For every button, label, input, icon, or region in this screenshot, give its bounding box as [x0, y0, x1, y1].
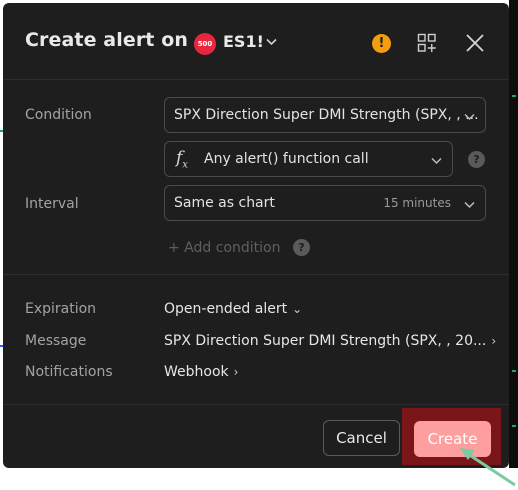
close-icon[interactable] — [464, 32, 486, 54]
chevron-right-icon: › — [233, 365, 239, 379]
message-value: SPX Direction Super DMI Strength (SPX, ,… — [164, 333, 487, 349]
symbol-selector[interactable]: ES1! — [223, 32, 264, 51]
chart-background — [509, 0, 518, 468]
condition-trigger-value: Any alert() function call — [204, 151, 369, 167]
notifications-value: Webhook — [164, 364, 229, 380]
dialog-title: Create alert on — [25, 29, 188, 51]
chevron-down-icon — [463, 105, 476, 127]
interval-select[interactable]: Same as chart 15 minutes — [164, 185, 486, 221]
condition-indicator-select[interactable]: SPX Direction Super DMI Strength (SPX, ,… — [164, 97, 486, 133]
condition-indicator-value: SPX Direction Super DMI Strength (SPX, ,… — [174, 107, 479, 123]
dialog-header: Create alert on 500 ES1! ! — [3, 3, 509, 79]
chevron-down-icon — [430, 149, 443, 171]
notifications-label: Notifications — [25, 364, 113, 380]
warning-icon[interactable]: ! — [372, 34, 391, 53]
chevron-down-icon — [463, 193, 476, 215]
chevron-right-icon: › — [491, 334, 497, 348]
symbol-logo-icon[interactable]: 500 — [194, 33, 216, 55]
pointer-arrow-icon — [460, 448, 516, 487]
message-editor-link[interactable]: SPX Direction Super DMI Strength (SPX, ,… — [164, 333, 496, 349]
condition-label: Condition — [25, 107, 92, 123]
help-icon[interactable]: ? — [468, 151, 485, 168]
grid-plus-icon[interactable] — [417, 33, 437, 53]
interval-label: Interval — [25, 196, 79, 212]
add-condition-button[interactable]: + Add condition — [168, 240, 280, 256]
chevron-down-icon[interactable] — [265, 35, 278, 52]
cancel-button[interactable]: Cancel — [323, 420, 400, 456]
create-alert-dialog: Create alert on 500 ES1! ! Condition SPX… — [3, 3, 509, 468]
expiration-label: Expiration — [25, 301, 97, 317]
chart-tick-mark — [512, 425, 516, 427]
chevron-down-icon: ⌄ — [292, 302, 303, 316]
footer-divider — [3, 404, 509, 405]
section-divider — [3, 274, 509, 275]
expiration-value: Open-ended alert — [164, 301, 288, 317]
expiration-selector[interactable]: Open-ended alert ⌄ — [164, 301, 302, 317]
interval-hint: 15 minutes — [383, 196, 451, 210]
chart-tick-mark — [512, 95, 516, 97]
interval-value: Same as chart — [174, 195, 275, 211]
fx-icon: fx — [176, 148, 188, 171]
chart-tick-mark — [512, 370, 516, 372]
notifications-link[interactable]: Webhook › — [164, 364, 238, 380]
condition-trigger-select[interactable]: fx Any alert() function call — [164, 141, 453, 177]
message-label: Message — [25, 333, 87, 349]
help-icon[interactable]: ? — [293, 239, 310, 256]
header-divider — [3, 79, 509, 80]
